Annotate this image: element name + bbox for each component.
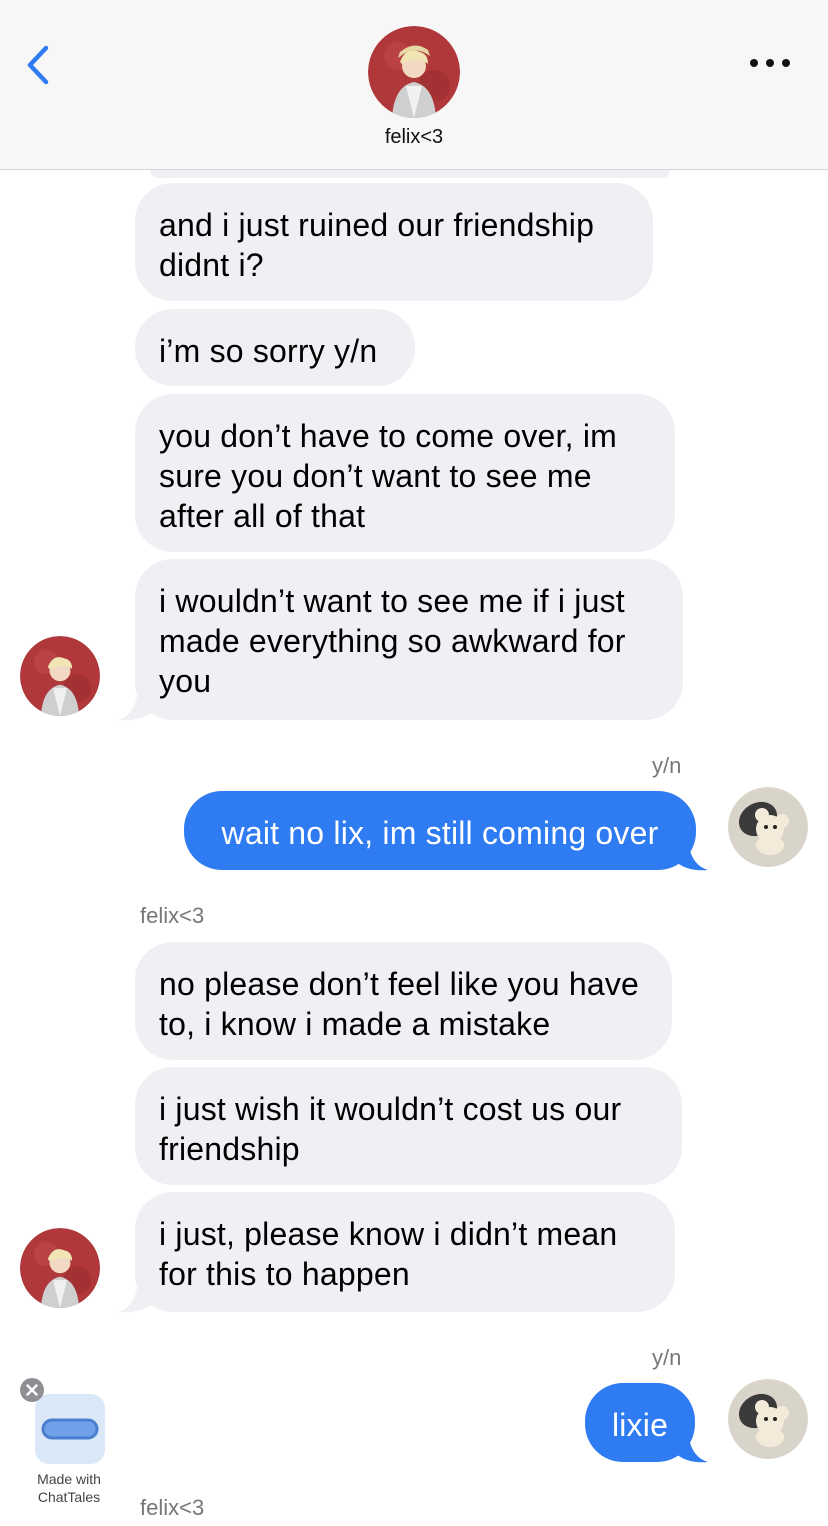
message-bubble-incoming[interactable]: and i just ruined our friendship didnt i… bbox=[135, 183, 653, 301]
message-bubble-incoming[interactable]: no please don’t feel like you have to, i… bbox=[135, 942, 672, 1060]
message-bubble-outgoing[interactable]: wait no lix, im still coming over bbox=[184, 791, 696, 870]
user-avatar[interactable] bbox=[728, 1379, 808, 1459]
close-icon[interactable] bbox=[19, 1377, 45, 1403]
message-text: lixie bbox=[611, 1407, 669, 1443]
contact-avatar[interactable] bbox=[20, 636, 100, 716]
sender-label: felix<3 bbox=[140, 903, 205, 928]
bubble-tail bbox=[118, 1276, 156, 1313]
ellipsis-icon bbox=[750, 59, 790, 67]
contact-name[interactable]: felix<3 bbox=[0, 126, 828, 149]
sender-label: felix<3 bbox=[140, 1495, 205, 1520]
contact-avatar[interactable] bbox=[368, 26, 460, 118]
message-bubble-incoming[interactable]: i wouldn’t want to see me if i just made… bbox=[135, 559, 683, 720]
user-avatar[interactable] bbox=[728, 787, 808, 867]
message-bubble-incoming[interactable]: i just wish it wouldn’t cost us our frie… bbox=[135, 1067, 682, 1185]
bubble-tail bbox=[674, 1426, 708, 1463]
bubble-tail bbox=[118, 684, 156, 721]
previous-message-edge bbox=[150, 170, 670, 178]
message-bubble-incoming[interactable]: i’m so sorry y/n bbox=[135, 309, 415, 386]
chat-header: felix<3 bbox=[0, 0, 828, 170]
back-button[interactable] bbox=[20, 40, 60, 90]
message-text: and i just ruined our friendship didnt i… bbox=[159, 207, 595, 283]
message-text: i wouldn’t want to see me if i just made… bbox=[159, 583, 626, 699]
message-text: you don’t have to come over, im sure you… bbox=[159, 418, 617, 534]
message-text: wait no lix, im still coming over bbox=[221, 815, 659, 851]
message-bubble-incoming[interactable]: i just, please know i didn’t mean for th… bbox=[135, 1192, 675, 1312]
contact-avatar[interactable] bbox=[20, 1228, 100, 1308]
chat-bubble-icon bbox=[41, 1418, 99, 1440]
badge-line2: ChatTales bbox=[37, 1489, 101, 1505]
message-bubble-incoming[interactable]: you don’t have to come over, im sure you… bbox=[135, 394, 675, 552]
sender-label: y/n bbox=[652, 1345, 682, 1370]
message-text: i just, please know i didn’t mean for th… bbox=[159, 1216, 618, 1292]
sender-label: y/n bbox=[652, 753, 682, 778]
more-options-button[interactable] bbox=[744, 48, 796, 78]
message-text: i’m so sorry y/n bbox=[159, 333, 378, 369]
chattales-logo[interactable] bbox=[35, 1394, 105, 1464]
message-text: i just wish it wouldn’t cost us our frie… bbox=[159, 1091, 622, 1167]
chevron-left-icon bbox=[27, 45, 49, 85]
badge-line1: Made with bbox=[37, 1471, 101, 1487]
bubble-tail bbox=[674, 834, 708, 871]
message-text: no please don’t feel like you have to, i… bbox=[159, 966, 640, 1042]
